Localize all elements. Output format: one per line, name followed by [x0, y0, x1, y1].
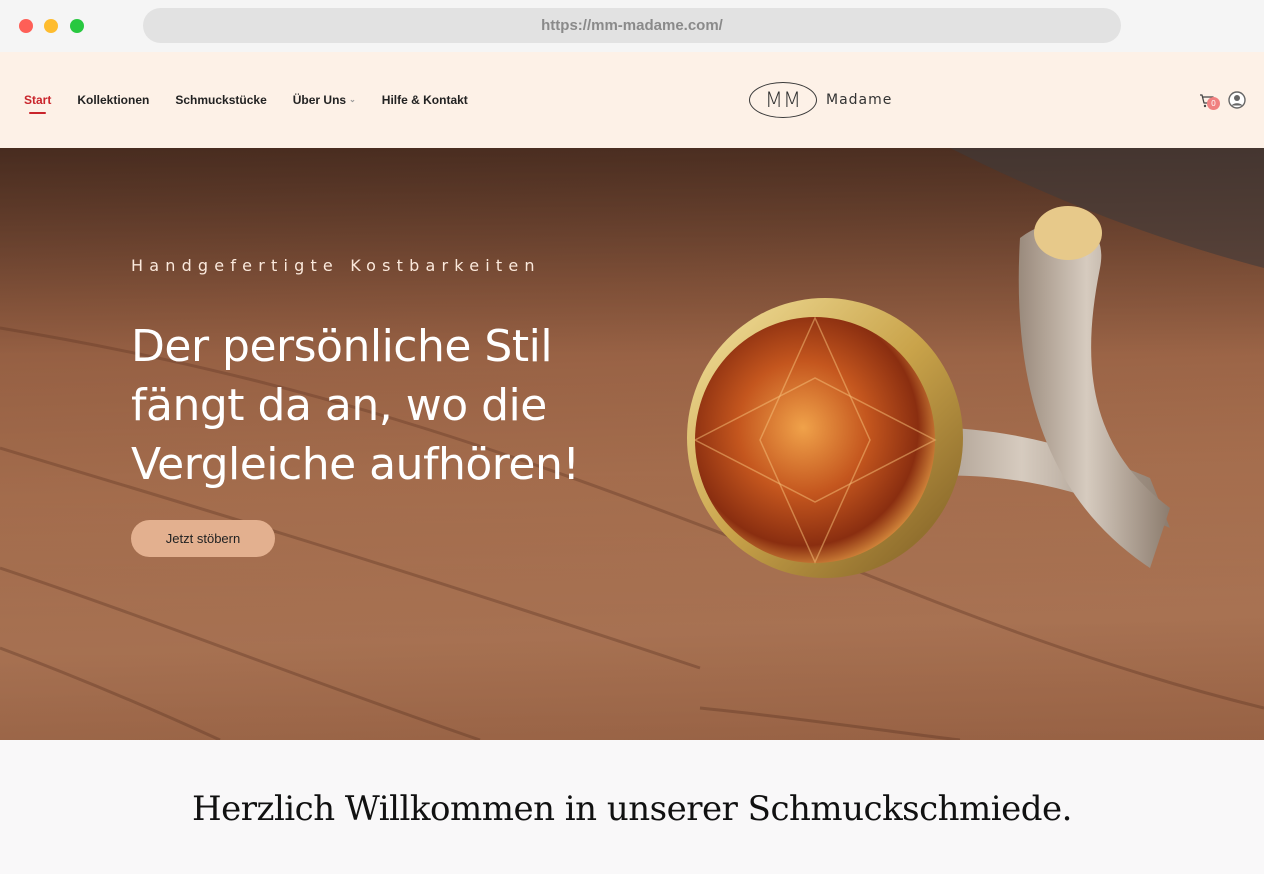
welcome-section: Herzlich Willkommen in unserer Schmucksc…	[0, 740, 1264, 874]
user-icon	[1228, 91, 1246, 109]
address-bar[interactable]: https://mm-madame.com/	[143, 8, 1121, 43]
nav-item-schmuckstuecke[interactable]: Schmuckstücke	[175, 93, 266, 107]
nav-item-kollektionen[interactable]: Kollektionen	[77, 93, 149, 107]
hero-title: Der persönliche Stil fängt da an, wo die…	[131, 321, 580, 490]
nav-item-ueber-uns-label: Über Uns	[292, 93, 347, 107]
jetzt-stoebern-button[interactable]: Jetzt stöbern	[131, 520, 275, 557]
logo-name: Madame	[826, 92, 893, 108]
chevron-down-icon: ⌄	[349, 95, 356, 104]
welcome-title: Herzlich Willkommen in unserer Schmucksc…	[192, 789, 1073, 829]
logo-mark: MM	[749, 82, 817, 118]
url-text: https://mm-madame.com/	[541, 17, 723, 34]
logo-mark-text: MM	[764, 88, 802, 112]
nav-item-ueber-uns[interactable]: Über Uns ⌄	[293, 93, 356, 107]
site-logo[interactable]: MM Madame	[749, 80, 892, 120]
hero-section: Handgefertigte Kostbarkeiten Der persönl…	[0, 148, 1264, 740]
nav-item-hilfe-kontakt[interactable]: Hilfe & Kontakt	[382, 93, 468, 107]
cart-count-badge: 0	[1207, 97, 1220, 110]
main-nav: Start Kollektionen Schmuckstücke Über Un…	[24, 52, 494, 148]
hero-content: Handgefertigte Kostbarkeiten Der persönl…	[131, 148, 691, 740]
browser-chrome: https://mm-madame.com/	[0, 0, 1264, 52]
minimize-window-button[interactable]	[44, 19, 58, 33]
hero-kicker: Handgefertigte Kostbarkeiten	[131, 256, 541, 275]
cart-button[interactable]: 0	[1199, 92, 1221, 112]
account-button[interactable]	[1228, 91, 1246, 109]
maximize-window-button[interactable]	[70, 19, 84, 33]
nav-item-start[interactable]: Start	[24, 93, 51, 114]
site-header: Start Kollektionen Schmuckstücke Über Un…	[0, 52, 1264, 148]
close-window-button[interactable]	[19, 19, 33, 33]
